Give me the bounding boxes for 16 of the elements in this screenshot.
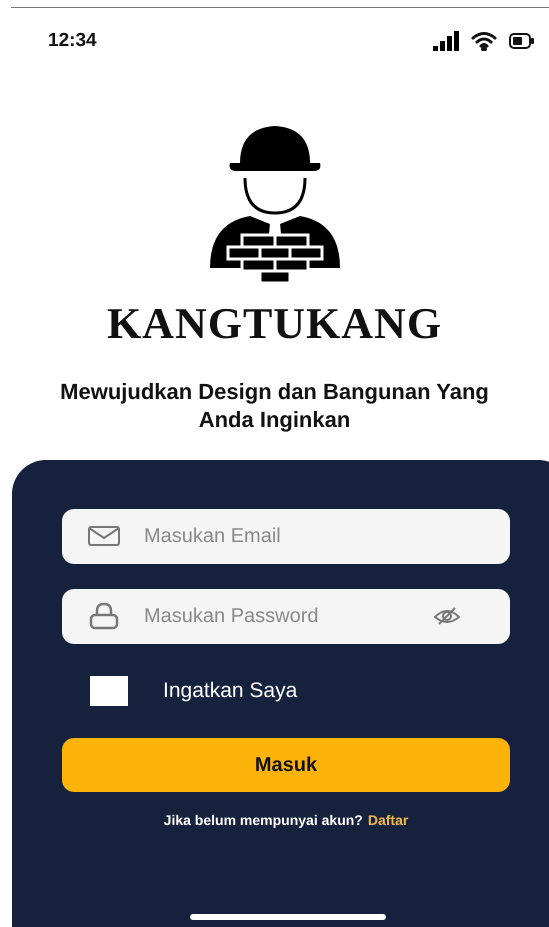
remember-checkbox[interactable] — [90, 676, 128, 706]
password-field[interactable]: Masukan Password — [62, 589, 510, 644]
signup-link[interactable]: Daftar — [368, 810, 408, 830]
login-button[interactable]: Masuk — [62, 738, 510, 792]
signal-icon — [433, 31, 459, 51]
lock-icon — [89, 602, 119, 630]
tagline: Mewujudkan Design dan Bangunan Yang Anda Inginkan — [59, 378, 490, 434]
remember-label: Ingatkan Saya — [163, 678, 298, 704]
signup-prompt: Jika belum mempunyai akun? — [164, 810, 363, 830]
status-time: 12:34 — [48, 28, 97, 53]
brand-name: KANGTUKANG — [106, 302, 442, 346]
mail-icon — [88, 526, 120, 546]
email-field[interactable]: Masukan Email — [62, 509, 510, 564]
wifi-icon — [471, 31, 497, 51]
eye-off-icon[interactable] — [434, 607, 460, 625]
battery-icon — [509, 32, 535, 50]
